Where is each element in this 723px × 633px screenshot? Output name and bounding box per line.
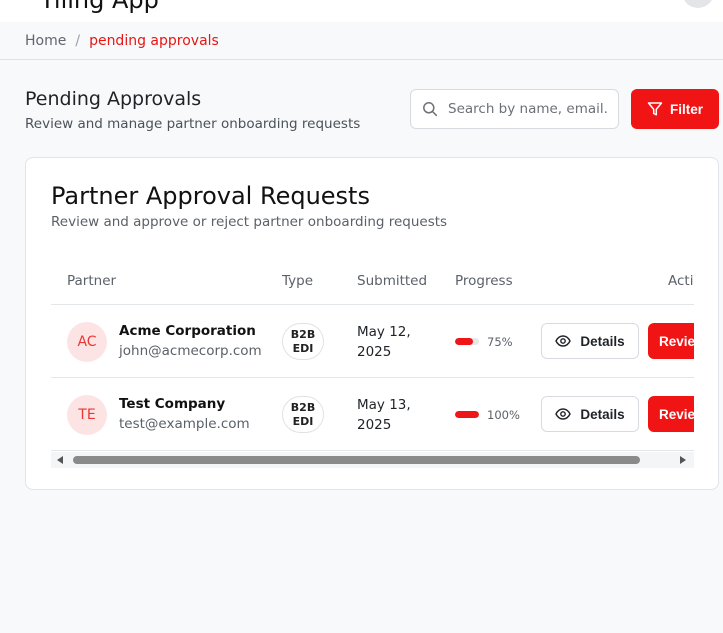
page-title: Pending Approvals [25,88,202,110]
partner-name: Acme Corporation [119,323,256,339]
submitted-date-line2: 2025 [357,344,392,360]
table-row: TE Test Company test@example.com B2B EDI… [51,378,694,451]
column-header-progress: Progress [455,273,513,289]
progress-label: 75% [487,335,513,349]
user-avatar[interactable] [682,0,714,8]
breadcrumb-home[interactable]: Home [25,33,66,49]
scrollbar-thumb[interactable] [73,456,640,464]
table-row: AC Acme Corporation john@acmecorp.com B2… [51,305,694,378]
partner-name: Test Company [119,396,226,412]
partner-avatar: TE [67,395,107,435]
type-badge-line1: B2B [290,327,316,341]
app-title: Tiling App [40,0,159,14]
horizontal-scrollbar[interactable] [51,452,694,468]
type-badge-line2: EDI [292,341,314,355]
search-icon [423,102,438,117]
progress-bar [455,411,479,418]
search-input[interactable] [448,101,608,117]
details-button[interactable]: Details [541,396,639,432]
partner-email: john@acmecorp.com [119,343,262,359]
progress-label: 100% [487,408,520,422]
column-header-type: Type [282,273,314,289]
breadcrumb: Home / pending approvals [0,22,723,60]
column-header-partner: Partner [67,273,117,289]
filter-button[interactable]: Filter [631,89,719,129]
progress-bar-fill [455,411,479,418]
partner-avatar: AC [67,322,107,362]
details-button-label: Details [580,406,625,422]
type-badge-line1: B2B [290,400,316,414]
breadcrumb-separator: / [75,32,81,49]
filter-button-label: Filter [669,101,703,117]
submitted-date-line1: May 12, [357,324,411,340]
progress-bar-fill [455,338,473,345]
submitted-date-line1: May 13, [357,397,411,413]
review-button[interactable]: Review [648,323,694,359]
type-badge: B2B EDI [282,396,324,433]
eye-icon [555,335,572,347]
approval-requests-table: Partner Type Submitted Progress Actions … [51,258,694,478]
details-button[interactable]: Details [541,323,639,359]
eye-icon [555,408,572,420]
scroll-left-arrow-icon[interactable] [57,456,63,464]
column-header-submitted: Submitted [357,273,428,289]
submitted-date: May 12, 2025 [357,322,411,362]
approval-requests-card: Partner Approval Requests Review and app… [25,157,719,490]
search-box[interactable] [410,89,619,129]
page-subtitle: Review and manage partner onboarding req… [25,116,361,132]
submitted-date-line2: 2025 [357,417,392,433]
breadcrumb-current: pending approvals [89,32,219,49]
type-badge-line2: EDI [292,414,314,428]
type-badge: B2B EDI [282,323,324,360]
card-title: Partner Approval Requests [51,182,370,210]
scroll-right-arrow-icon[interactable] [680,456,686,464]
filter-icon [647,102,663,116]
column-header-actions: Actions [668,273,694,289]
table-header: Partner Type Submitted Progress Actions [51,258,694,305]
submitted-date: May 13, 2025 [357,395,411,435]
details-button-label: Details [580,333,625,349]
top-app-bar: Tiling App [0,0,723,22]
partner-email: test@example.com [119,416,250,432]
card-subtitle: Review and approve or reject partner onb… [51,214,448,230]
review-button[interactable]: Review [648,396,694,432]
progress-bar [455,338,479,345]
